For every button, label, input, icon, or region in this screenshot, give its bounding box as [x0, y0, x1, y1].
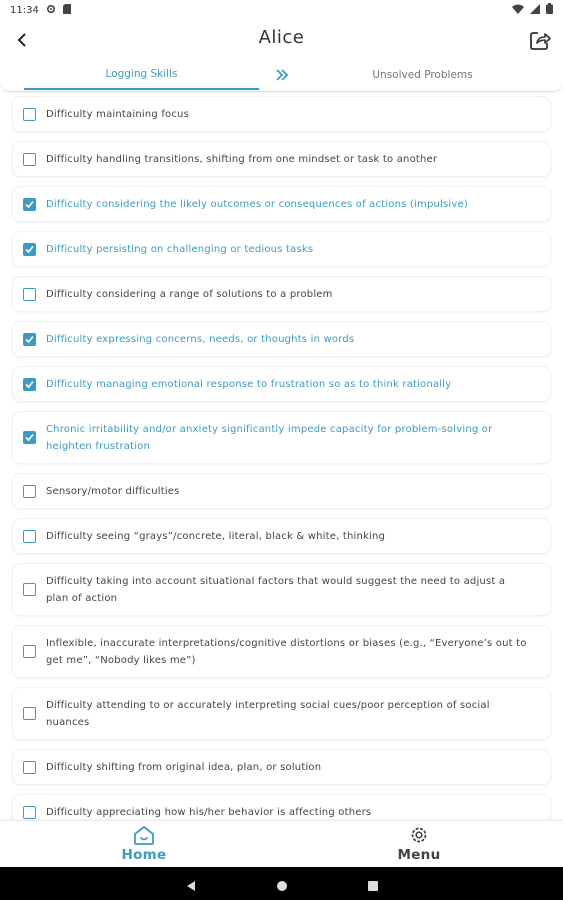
system-back-button[interactable]	[185, 877, 197, 896]
share-button[interactable]	[527, 27, 553, 53]
double-chevron-right-icon[interactable]	[272, 66, 292, 84]
bottom-navigation: Home Menu	[0, 820, 563, 867]
skill-item[interactable]: Difficulty shifting from original idea, …	[12, 749, 551, 785]
system-recents-button[interactable]	[367, 877, 379, 896]
skill-label: Difficulty persisting on challenging or …	[46, 243, 314, 255]
square-recents-icon	[368, 881, 378, 891]
checkbox[interactable]	[23, 152, 36, 166]
checkbox[interactable]	[23, 107, 36, 121]
gear-icon	[411, 827, 427, 843]
checkmark-icon	[25, 200, 34, 208]
nav-home-label: Home	[121, 847, 167, 863]
system-home-button[interactable]	[276, 877, 288, 896]
nav-menu[interactable]: Menu	[349, 825, 489, 863]
battery-icon	[546, 3, 553, 17]
skill-label: Difficulty shifting from original idea, …	[46, 761, 322, 773]
skill-label: Difficulty attending to or accurately in…	[46, 699, 490, 728]
skill-label: Difficulty taking into account situation…	[46, 575, 506, 604]
status-bar: 11:34	[0, 0, 563, 20]
skill-item[interactable]: Difficulty maintaining focus	[12, 96, 551, 132]
nav-menu-label: Menu	[397, 847, 441, 863]
skill-label: Difficulty appreciating how his/her beha…	[46, 806, 372, 818]
skill-label: Difficulty handling transitions, shiftin…	[46, 153, 438, 165]
skill-label: Difficulty seeing “grays”/concrete, lite…	[46, 530, 386, 542]
share-icon	[530, 32, 551, 50]
skill-item[interactable]: Difficulty considering a range of soluti…	[12, 276, 551, 312]
checkmark-icon	[25, 433, 34, 442]
skill-item[interactable]: Difficulty managing emotional response t…	[12, 366, 551, 402]
skill-item[interactable]: Sensory/motor difficulties	[12, 473, 551, 509]
skill-label: Difficulty considering a range of soluti…	[46, 288, 333, 300]
signal-icon	[530, 3, 540, 17]
triangle-back-icon	[187, 881, 195, 891]
skill-item[interactable]: Chronic irritability and/or anxiety sign…	[12, 411, 551, 464]
skill-label: Difficulty managing emotional response t…	[46, 378, 452, 390]
skill-item[interactable]: Difficulty taking into account situation…	[12, 563, 551, 616]
system-navigation-bar	[0, 867, 563, 900]
tab-logging-skills[interactable]: Logging Skills	[24, 60, 259, 90]
wifi-icon	[512, 4, 524, 17]
status-left: 11:34	[10, 3, 71, 17]
skills-list[interactable]: Difficulty maintaining focus Difficulty …	[0, 96, 563, 820]
app-header: Alice	[0, 20, 563, 60]
tab-unsolved-problems[interactable]: Unsolved Problems	[305, 60, 540, 90]
nav-home[interactable]: Home	[74, 825, 214, 863]
checkbox[interactable]	[23, 529, 36, 543]
page-title: Alice	[258, 27, 305, 48]
skill-item[interactable]: Difficulty handling transitions, shiftin…	[12, 141, 551, 177]
checkbox-checked[interactable]	[23, 377, 36, 391]
checkmark-icon	[25, 335, 34, 343]
skill-item[interactable]: Difficulty appreciating how his/her beha…	[12, 794, 551, 820]
skill-label: Sensory/motor difficulties	[46, 485, 180, 497]
checkbox[interactable]	[23, 707, 36, 720]
checkbox[interactable]	[23, 583, 36, 596]
skill-item[interactable]: Difficulty expressing concerns, needs, o…	[12, 321, 551, 357]
skill-item[interactable]: Difficulty attending to or accurately in…	[12, 687, 551, 740]
skill-label: Difficulty maintaining focus	[46, 108, 190, 120]
checkbox[interactable]	[23, 484, 36, 498]
checkmark-icon	[25, 380, 34, 388]
checkbox-checked[interactable]	[23, 197, 36, 211]
skill-item[interactable]: Inflexible, inaccurate interpretations/c…	[12, 625, 551, 678]
skill-item[interactable]: Difficulty persisting on challenging or …	[12, 231, 551, 267]
status-time: 11:34	[10, 4, 39, 16]
skill-item[interactable]: Difficulty seeing “grays”/concrete, lite…	[12, 518, 551, 554]
settings-status-icon	[46, 4, 56, 17]
skill-item[interactable]: Difficulty considering the likely outcom…	[12, 186, 551, 222]
skill-label: Chronic irritability and/or anxiety sign…	[46, 423, 493, 452]
checkmark-icon	[25, 245, 34, 253]
home-icon	[134, 826, 154, 845]
checkbox-checked[interactable]	[23, 332, 36, 346]
sd-card-status-icon	[62, 3, 71, 17]
skill-label: Difficulty considering the likely outcom…	[46, 198, 468, 210]
checkbox-checked[interactable]	[23, 242, 36, 256]
skill-label: Inflexible, inaccurate interpretations/c…	[46, 637, 527, 666]
checkbox-checked[interactable]	[23, 431, 36, 444]
checkbox[interactable]	[23, 645, 36, 658]
checkbox[interactable]	[23, 287, 36, 301]
circle-home-icon	[277, 881, 287, 891]
tab-bar: Logging Skills Unsolved Problems	[0, 60, 563, 92]
checkbox[interactable]	[23, 805, 36, 819]
checkbox[interactable]	[23, 760, 36, 774]
skill-label: Difficulty expressing concerns, needs, o…	[46, 333, 355, 345]
status-right	[512, 3, 553, 17]
